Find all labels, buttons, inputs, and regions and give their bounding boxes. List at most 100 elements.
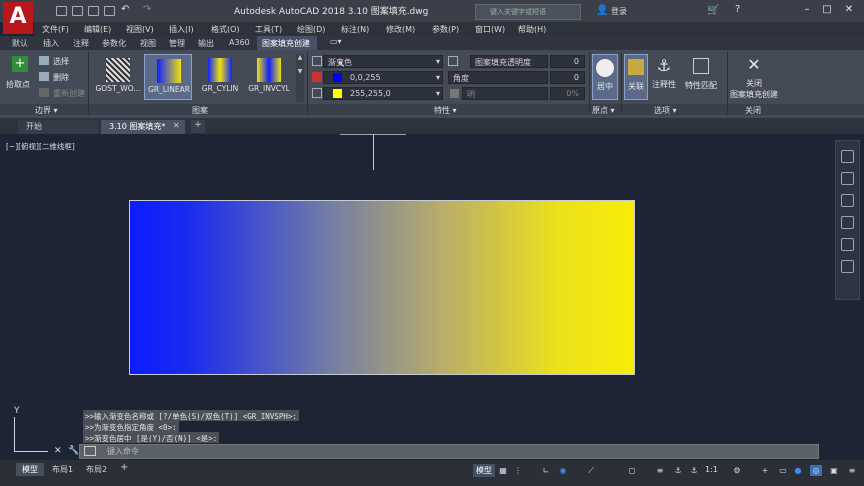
viewport-controls[interactable]: [−][俯视][二维线框] <box>6 141 75 152</box>
polar-icon[interactable]: ◉ <box>557 465 569 476</box>
menu-window[interactable]: 窗口(W) <box>475 24 505 35</box>
tab-hatch-creation[interactable]: 图案填充创建 <box>257 36 317 50</box>
workspace-gear-icon[interactable]: ⚙ <box>731 465 743 476</box>
tab-output[interactable]: 输出 <box>198 38 214 49</box>
annotative-button[interactable]: ⚓ 注释性 <box>651 54 677 100</box>
orbit-icon[interactable] <box>841 238 854 251</box>
graphics-performance-icon[interactable]: ◎ <box>810 465 822 476</box>
maximize-button[interactable]: □ <box>818 3 836 17</box>
grid-icon[interactable]: ▦ <box>497 465 509 476</box>
menu-file[interactable]: 文件(F) <box>42 24 69 35</box>
user-icon[interactable]: 👤 <box>596 5 608 16</box>
layout-tab-layout2[interactable]: 布局2 <box>80 463 113 476</box>
angle-label[interactable]: 角度 <box>448 71 548 84</box>
autocad-logo-button[interactable]: A <box>3 2 33 34</box>
snap-icon[interactable]: ⋮ <box>512 465 524 476</box>
menu-view[interactable]: 视图(V) <box>126 24 154 35</box>
login-link[interactable]: 登录 <box>611 6 627 17</box>
close-window-button[interactable]: ✕ <box>840 3 858 17</box>
boundary-panel-label[interactable]: 边界 ▾ <box>35 105 58 116</box>
menu-modify[interactable]: 修改(M) <box>386 24 415 35</box>
pattern-scroll[interactable]: ▲ ▼ <box>296 54 304 102</box>
viewcube-icon[interactable] <box>841 150 854 163</box>
tab-a360[interactable]: A360 <box>229 38 250 47</box>
center-origin-button[interactable]: 居中 <box>592 54 618 100</box>
options-panel-label[interactable]: 选项 ▾ <box>654 105 677 116</box>
undo-icon[interactable]: ↶ <box>121 4 129 15</box>
customize-icon[interactable]: 🔧 <box>68 446 79 456</box>
menu-draw[interactable]: 绘图(D) <box>297 24 325 35</box>
command-line[interactable] <box>79 444 819 459</box>
tab-annotate[interactable]: 注释 <box>73 38 89 49</box>
model-space-button[interactable]: 模型 <box>473 464 495 477</box>
new-icon[interactable] <box>56 6 67 16</box>
annotation-monitor-icon[interactable]: + <box>759 465 771 476</box>
clean-screen-icon[interactable]: ▣ <box>828 465 840 476</box>
transparency-value[interactable]: 0 <box>550 55 585 68</box>
menu-tools[interactable]: 工具(T) <box>255 24 282 35</box>
doc-tab-start[interactable]: 开始 <box>18 120 98 134</box>
print-icon[interactable] <box>104 6 115 16</box>
help-icon[interactable]: ? <box>735 4 740 15</box>
redo-icon[interactable]: ↷ <box>143 4 151 15</box>
tint-checkbox[interactable] <box>450 89 459 98</box>
tab-insert[interactable]: 插入 <box>43 38 59 49</box>
remove-icon[interactable] <box>39 72 49 81</box>
customization-icon[interactable]: ≡ <box>846 465 858 476</box>
menu-dimension[interactable]: 标注(N) <box>341 24 369 35</box>
menu-insert[interactable]: 插入(I) <box>169 24 194 35</box>
pick-point-icon[interactable]: + <box>12 56 28 72</box>
origin-panel-label[interactable]: 原点 ▾ <box>592 105 615 116</box>
menu-edit[interactable]: 编辑(E) <box>84 24 111 35</box>
menu-help[interactable]: 帮助(H) <box>518 24 546 35</box>
layout-tab-layout1[interactable]: 布局1 <box>46 463 79 476</box>
close-hatch-creation-button[interactable]: ✕ 关闭 图案填充创建 <box>729 54 779 100</box>
add-layout-button[interactable]: + <box>120 462 128 473</box>
save-icon[interactable] <box>88 6 99 16</box>
transparency-label[interactable]: 图案填充透明度 <box>470 55 548 68</box>
command-icon[interactable] <box>84 446 96 456</box>
close-command-icon[interactable]: ✕ <box>54 446 62 456</box>
pick-point-button[interactable]: 拾取点 <box>6 79 30 90</box>
tab-view[interactable]: 视图 <box>140 38 156 49</box>
quick-properties-icon[interactable]: ● <box>792 465 804 476</box>
auto-scale-icon[interactable]: ⚓ <box>688 465 700 476</box>
pan-icon[interactable] <box>841 194 854 207</box>
select-button[interactable]: 选择 <box>53 56 69 67</box>
ortho-icon[interactable]: ∟ <box>540 465 552 476</box>
annotation-scale[interactable]: 1:1 <box>705 465 718 474</box>
select-icon[interactable] <box>39 56 49 65</box>
tab-manage[interactable]: 管理 <box>169 38 185 49</box>
layout-tab-model[interactable]: 模型 <box>16 463 44 476</box>
steering-wheel-icon[interactable] <box>841 172 854 185</box>
pattern-gost-wood[interactable]: GOST_WO... <box>94 54 142 100</box>
isodraft-icon[interactable]: ⟋ <box>585 465 597 476</box>
zoom-icon[interactable] <box>841 216 854 229</box>
match-properties-button[interactable]: 特性匹配 <box>683 54 719 100</box>
search-input[interactable]: 键入关键字或短语 <box>475 4 581 20</box>
menu-format[interactable]: 格式(O) <box>211 24 240 35</box>
pattern-gr-invcyl[interactable]: GR_INVCYL <box>245 54 293 100</box>
ribbon-toggle-icon[interactable]: ▭▾ <box>330 37 342 46</box>
close-tab-icon[interactable]: ✕ <box>173 121 180 130</box>
pattern-gr-cylin[interactable]: GR_CYLIN <box>196 54 244 100</box>
pattern-gr-linear[interactable]: GR_LINEAR <box>144 54 192 100</box>
showmotion-icon[interactable] <box>841 260 854 273</box>
gradient-hatch-rectangle[interactable] <box>129 200 635 375</box>
command-input[interactable]: 键入命令 <box>107 446 139 457</box>
remove-button[interactable]: 删除 <box>53 72 69 83</box>
minimize-button[interactable]: – <box>798 3 816 17</box>
new-tab-button[interactable]: + <box>191 120 205 133</box>
lineweight-icon[interactable]: ≡ <box>654 465 666 476</box>
menu-parametric[interactable]: 参数(P) <box>432 24 459 35</box>
osnap-icon[interactable]: ◻ <box>626 465 638 476</box>
angle-value[interactable]: 0 <box>550 71 585 84</box>
units-icon[interactable]: ▭ <box>777 465 789 476</box>
tab-parametric[interactable]: 参数化 <box>102 38 126 49</box>
tab-default[interactable]: 默认 <box>12 38 28 49</box>
properties-panel-label[interactable]: 特性 ▾ <box>434 105 457 116</box>
cart-icon[interactable]: 🛒 <box>707 5 719 16</box>
associative-button[interactable]: 关联 <box>624 54 648 100</box>
open-icon[interactable] <box>72 6 83 16</box>
annotation-visibility-icon[interactable]: ⚓ <box>672 465 684 476</box>
